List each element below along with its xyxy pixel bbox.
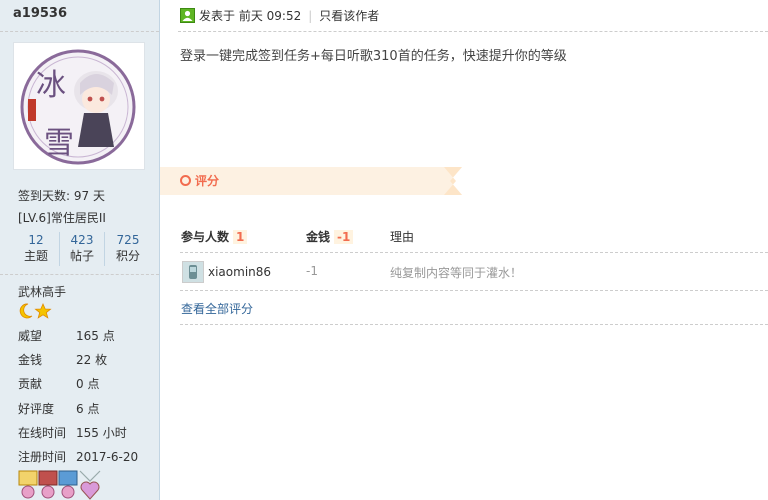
divider — [180, 252, 768, 253]
medal-badges[interactable] — [18, 469, 102, 500]
stat-threads-count[interactable]: 12 — [13, 232, 59, 248]
username[interactable]: a19536 — [13, 6, 67, 21]
user-stats: 12 主题 423 帖子 725 积分 — [13, 232, 153, 266]
info-reputation: 好评度 6 点 — [18, 400, 99, 417]
user-sidebar: a19536 冰 雪 签到天数: 97 天 [LV.6]常住居民II 12 主题… — [0, 0, 160, 500]
rating-col-money-label: 金钱 — [306, 230, 331, 244]
money-total: -1 — [334, 230, 354, 244]
stat-threads-label: 主题 — [23, 249, 48, 263]
info-contribution-value: 0 点 — [76, 377, 100, 391]
info-prestige-value: 165 点 — [76, 329, 115, 343]
posted-label: 发表于 — [199, 9, 236, 23]
info-online-time: 在线时间 155 小时 — [18, 424, 127, 441]
info-reputation-key: 好评度 — [18, 402, 55, 416]
info-register-date: 注册时间 2017-6-20 — [18, 448, 138, 465]
divider — [180, 290, 768, 291]
rating-col-participants: 参与人数 1 — [181, 228, 248, 245]
posted-time: 前天 09:52 — [238, 9, 302, 23]
post-content: 登录一键完成签到任务+每日听歌310首的任务，快速提升你的等级 — [180, 49, 567, 64]
rank-icons — [18, 303, 52, 322]
rating-reason: 纯复制内容等同于灌水！ — [390, 266, 523, 280]
svg-text:雪: 雪 — [44, 126, 74, 161]
rating-col-participants-label: 参与人数 — [181, 230, 230, 244]
medal-badge-icon — [58, 470, 78, 499]
user-level[interactable]: [LV.6]常住居民II — [18, 209, 106, 226]
info-contribution-key: 贡献 — [18, 377, 43, 391]
heart-necklace-icon — [79, 470, 101, 500]
user-title: 武林高手 — [18, 285, 67, 299]
info-online-time-key: 在线时间 — [18, 426, 67, 440]
rating-circle-icon — [180, 175, 191, 186]
divider — [178, 31, 768, 32]
rating-row: xiaomin86 — [182, 261, 271, 283]
stat-threads[interactable]: 12 主题 — [13, 232, 59, 266]
info-money: 金钱 22 枚 — [18, 351, 107, 368]
online-status-icon — [180, 7, 195, 26]
stat-posts-count[interactable]: 423 — [60, 232, 104, 248]
info-contribution: 贡献 0 点 — [18, 375, 99, 392]
star-icon — [34, 303, 52, 319]
rater-name[interactable]: xiaomin86 — [208, 265, 271, 279]
divider — [0, 31, 159, 32]
info-prestige: 威望 165 点 — [18, 327, 115, 344]
participants-count: 1 — [233, 230, 248, 244]
view-all-ratings-link[interactable]: 查看全部评分 — [181, 300, 253, 317]
rating-title: 评分 — [180, 172, 219, 189]
stat-credits-count[interactable]: 725 — [105, 232, 151, 248]
rating-value: -1 — [306, 264, 318, 278]
info-money-key: 金钱 — [18, 353, 43, 367]
medal-badge-icon — [18, 470, 38, 499]
info-reputation-value: 6 点 — [76, 402, 100, 416]
rating-title-text: 评分 — [195, 174, 220, 188]
avatar[interactable]: 冰 雪 — [13, 42, 145, 170]
svg-text:冰: 冰 — [36, 68, 66, 103]
moon-icon — [19, 303, 33, 319]
rating-col-reason: 理由 — [390, 230, 415, 244]
divider — [180, 324, 768, 325]
rating-col-money: 金钱 -1 — [306, 228, 354, 245]
info-prestige-key: 威望 — [18, 329, 43, 343]
stat-posts[interactable]: 423 帖子 — [59, 232, 105, 266]
checkin-days: 签到天数: 97 天 — [18, 189, 105, 203]
info-money-value: 22 枚 — [76, 353, 108, 367]
post-meta: 发表于 前天 09:52 | 只看该作者 — [180, 7, 379, 26]
stat-credits-label: 积分 — [115, 249, 140, 263]
rater-avatar[interactable] — [182, 261, 204, 283]
stat-credits[interactable]: 725 积分 — [105, 232, 151, 266]
divider — [0, 274, 159, 275]
info-register-date-key: 注册时间 — [18, 450, 67, 464]
info-online-time-value: 155 小时 — [76, 426, 127, 440]
divider: | — [308, 9, 313, 23]
medal-badge-icon — [38, 470, 58, 499]
info-register-date-value: 2017-6-20 — [76, 450, 139, 464]
stat-posts-label: 帖子 — [69, 249, 94, 263]
author-only-link[interactable]: 只看该作者 — [319, 9, 379, 23]
